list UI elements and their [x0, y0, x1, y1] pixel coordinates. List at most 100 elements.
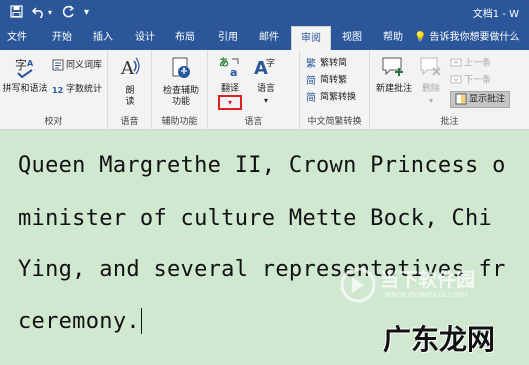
delete-comment-button[interactable]: 删除 ▾: [416, 56, 446, 106]
check-accessibility-button[interactable]: 检查辅助功能: [156, 56, 206, 108]
thesaurus-button[interactable]: 同义词库: [52, 59, 102, 72]
spelling-icon: 字A: [2, 56, 48, 82]
group-language: あa 翻译 ▾ A字 语言 ▾ 语言: [208, 50, 300, 130]
svg-text:繁: 繁: [306, 57, 316, 69]
check-accessibility-label: 检查辅助功能: [162, 86, 199, 107]
svg-text:a: a: [230, 66, 237, 78]
word-count-icon: 123: [52, 83, 69, 95]
svg-text:123: 123: [52, 86, 64, 95]
delete-dropdown-arrow: ▾: [428, 96, 433, 105]
svg-text:A: A: [27, 59, 34, 68]
ribbon-tabs: 文件 开始 插入 设计 布局 引用 邮件 审阅 视图 帮助 💡 告诉我你想要做什么: [0, 26, 529, 50]
group-proofing: 字A 拼写和语法 同义词库 123字数统计 校对: [0, 50, 108, 130]
group-accessibility: 检查辅助功能 辅助功能: [152, 50, 208, 130]
document-line-2: minister of culture Mette Bock, Chi: [18, 206, 493, 231]
group-speech: A 朗读 语音: [108, 50, 152, 130]
undo-dropdown-icon[interactable]: ▾: [48, 5, 52, 21]
svg-text:A: A: [120, 58, 135, 79]
delete-comment-label: 删除: [421, 84, 440, 94]
language-button[interactable]: A字 语言 ▾: [248, 56, 284, 106]
tab-design[interactable]: 设计: [126, 26, 164, 50]
document-line-4: ceremony.: [18, 308, 142, 334]
show-comments-label: 显示批注: [469, 94, 506, 105]
show-comments-button[interactable]: 显示批注: [450, 91, 511, 108]
watermark-downxia: 当下软件园 www.downxia.com: [340, 263, 515, 309]
group-label-proofing: 校对: [44, 117, 63, 127]
svg-text:字: 字: [15, 57, 27, 72]
read-aloud-icon: A: [114, 56, 146, 84]
show-comments-icon: [455, 93, 467, 105]
tell-me-box[interactable]: 💡 告诉我你想要做什么: [414, 26, 519, 50]
group-chinese-conversion: 繁繁转简 简简转繁 简简繁转换 中文简繁转换: [300, 50, 370, 130]
redo-icon[interactable]: [62, 5, 75, 22]
tab-home[interactable]: 开始: [42, 26, 82, 50]
previous-comment-label: 上一条: [464, 58, 492, 69]
read-aloud-label: 朗读: [125, 86, 135, 107]
new-comment-button[interactable]: 新建批注: [372, 56, 416, 95]
tab-layout[interactable]: 布局: [166, 26, 204, 50]
read-aloud-button[interactable]: A 朗读: [114, 56, 146, 108]
tab-insert[interactable]: 插入: [84, 26, 122, 50]
language-icon: A字: [248, 56, 284, 82]
to-traditional-label: 简转繁: [320, 75, 348, 86]
tell-me-text: 告诉我你想要做什么: [429, 32, 520, 43]
text-cursor: [140, 308, 142, 334]
new-comment-label: 新建批注: [375, 84, 412, 94]
customize-qat-icon[interactable]: ▾: [84, 5, 89, 21]
document-title: 文档1 - W: [472, 9, 519, 20]
conversion-button[interactable]: 简简繁转换: [306, 91, 356, 104]
word-count-button[interactable]: 123字数统计: [52, 83, 102, 96]
translate-button[interactable]: あa 翻译: [212, 56, 248, 95]
language-label: 语言: [256, 84, 275, 94]
spelling-label: 拼写和语法: [2, 84, 48, 94]
group-label-language: 语言: [244, 117, 263, 127]
highlight-box: [218, 95, 242, 110]
language-dropdown-arrow: ▾: [263, 96, 268, 105]
to-simplified-label: 繁转简: [320, 58, 348, 69]
next-comment-icon: [450, 74, 462, 86]
traditional-icon: 简: [306, 74, 318, 87]
word-count-label: 字数统计: [66, 84, 103, 95]
previous-comment-icon: [450, 57, 462, 69]
document-line-1: Queen Margrethe II, Crown Princess o: [18, 153, 506, 178]
svg-text:字: 字: [266, 57, 275, 69]
watermark-site1-url: www.downxia.com: [384, 290, 468, 300]
tab-file[interactable]: 文件: [0, 26, 34, 50]
thesaurus-label: 同义词库: [66, 60, 103, 71]
tab-mailings[interactable]: 邮件: [250, 26, 288, 50]
translate-label: 翻译: [220, 84, 239, 94]
to-simplified-button[interactable]: 繁繁转简: [306, 57, 347, 70]
lightbulb-icon: 💡: [414, 32, 427, 43]
svg-text:简: 简: [306, 74, 316, 86]
downxia-logo-icon: [340, 267, 376, 303]
watermark-guangdong: 广东龙网: [383, 323, 496, 356]
tab-references[interactable]: 引用: [208, 26, 248, 50]
new-comment-icon: [372, 56, 416, 82]
ribbon: 字A 拼写和语法 同义词库 123字数统计 校对 A 朗读 语音 检查辅助功能 …: [0, 50, 529, 130]
tab-review[interactable]: 审阅: [291, 26, 331, 50]
group-label-chinese-conversion: 中文简繁转换: [307, 117, 362, 127]
accessibility-icon: [156, 56, 206, 84]
title-bar: ▾ ▾ 文档1 - W: [0, 0, 529, 26]
delete-comment-icon: [416, 56, 446, 82]
conversion-label: 简繁转换: [320, 92, 357, 103]
previous-comment-button[interactable]: 上一条: [450, 57, 491, 70]
to-traditional-button[interactable]: 简简转繁: [306, 74, 347, 87]
group-label-comments: 批注: [440, 117, 459, 127]
next-comment-label: 下一条: [464, 75, 492, 86]
tab-help[interactable]: 帮助: [374, 26, 412, 50]
document-line-4-text: ceremony.: [18, 309, 140, 334]
svg-text:あ: あ: [219, 56, 229, 69]
undo-icon[interactable]: [31, 5, 46, 22]
group-label-accessibility: 辅助功能: [161, 117, 198, 127]
save-icon[interactable]: [10, 5, 23, 22]
translate-icon: あa: [212, 56, 248, 82]
svg-text:简: 简: [306, 91, 316, 103]
tab-view[interactable]: 视图: [333, 26, 371, 50]
simplified-icon: 繁: [306, 57, 318, 70]
next-comment-button[interactable]: 下一条: [450, 74, 491, 87]
spelling-grammar-button[interactable]: 字A 拼写和语法: [2, 56, 48, 95]
thesaurus-icon: [52, 59, 64, 71]
group-comments: 新建批注 删除 ▾ 上一条 下一条 显示批注 批注: [370, 50, 529, 130]
conversion-icon: 简: [306, 91, 318, 104]
